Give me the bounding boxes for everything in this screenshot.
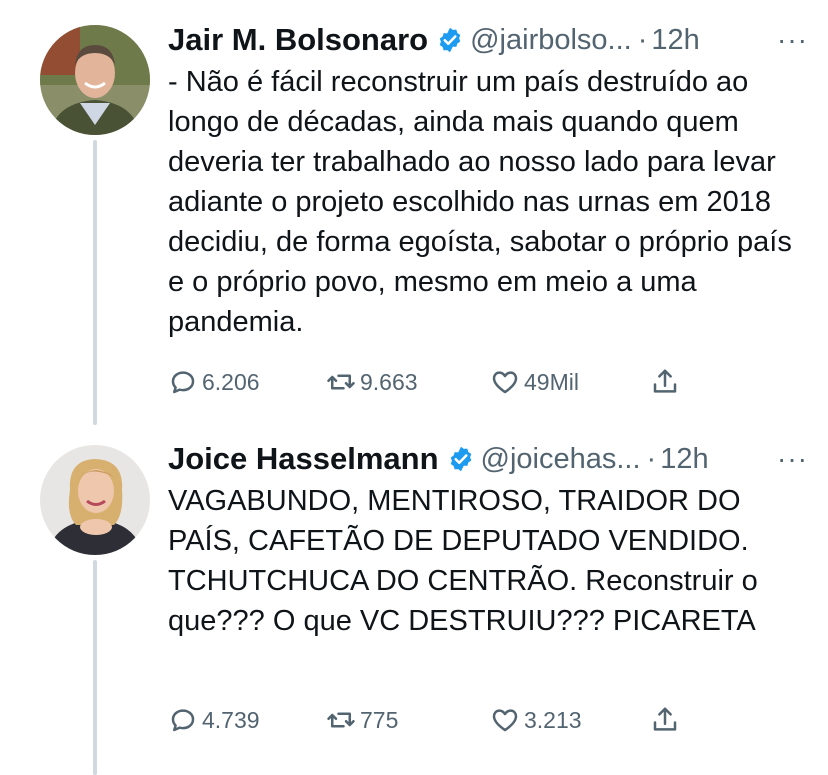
author-name[interactable]: Jair M. Bolsonaro [168,22,428,58]
more-icon[interactable]: ··· [777,439,808,479]
reply-button[interactable]: 6.206 [168,362,260,402]
like-count: 49Mil [524,368,579,395]
retweet-button[interactable]: 9.663 [326,362,418,402]
tweet-actions: 4.739 775 3.213 [168,700,808,740]
author-handle[interactable]: @jairbolso... [470,24,632,57]
like-button[interactable]: 49Mil [490,362,579,402]
reply-icon [171,371,195,394]
tweet[interactable]: Joice Hasselmann @joicehas... · 12h ··· … [0,425,828,775]
tweet-header: Joice Hasselmann @joicehas... · 12h [168,439,808,479]
retweet-count: 775 [360,706,399,733]
retweet-icon [327,374,355,390]
like-count: 3.213 [524,706,582,733]
like-button[interactable]: 3.213 [490,700,582,740]
retweet-count: 9.663 [360,368,418,395]
like-icon [492,709,518,732]
more-icon[interactable]: ··· [777,20,808,60]
share-button[interactable] [650,700,684,740]
tweet-actions: 6.206 9.663 49Mil [168,362,808,402]
share-button[interactable] [650,362,684,402]
separator-dot: · [646,442,657,475]
avatar[interactable] [40,25,150,135]
tweet-header: Jair M. Bolsonaro @jairbolso... · 12h [168,20,808,60]
tweet-text: - Não é fácil reconstruir um país destru… [168,66,792,338]
reply-count: 6.206 [202,368,260,395]
retweet-button[interactable]: 775 [326,700,398,740]
timestamp[interactable]: 12h [651,24,699,57]
tweet-text: VAGABUNDO, MENTIROSO, TRAIDOR DO PAÍS, C… [168,485,758,637]
reply-button[interactable]: 4.739 [168,700,260,740]
share-icon [653,707,677,731]
like-icon [492,371,518,394]
tweet[interactable]: Jair M. Bolsonaro @jairbolso... · 12h ··… [0,0,828,425]
author-name[interactable]: Joice Hasselmann [168,441,439,477]
retweet-icon [327,712,355,728]
verified-badge-icon [450,446,471,472]
share-icon [653,369,677,393]
timestamp[interactable]: 12h [660,443,708,476]
reply-icon [171,709,195,732]
separator-dot: · [637,23,648,56]
avatar[interactable] [40,445,150,555]
verified-badge-icon [439,27,461,53]
author-handle[interactable]: @joicehas... [481,443,641,476]
reply-count: 4.739 [202,706,260,733]
